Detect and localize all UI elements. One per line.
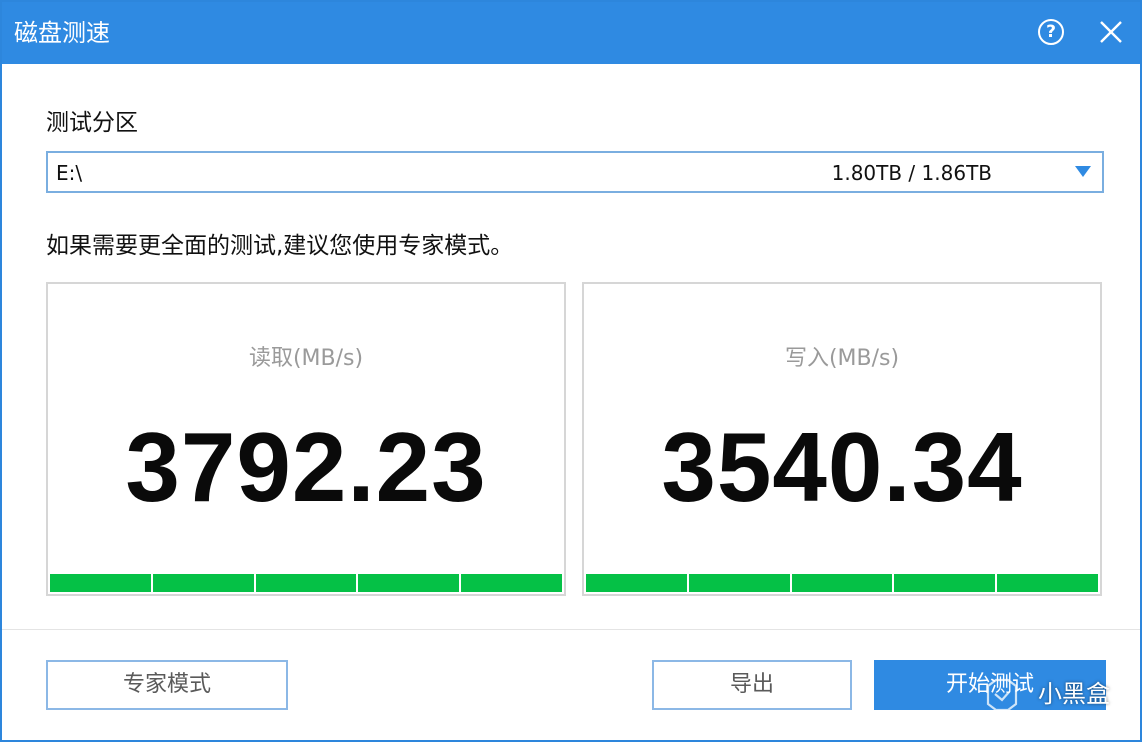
progress-segment — [152, 574, 256, 592]
write-speed-value: 3540.34 — [661, 412, 1023, 522]
progress-segment — [255, 574, 359, 592]
footer-divider — [2, 629, 1140, 630]
read-speed-panel: 读取(MB/s) 3792.23 — [46, 282, 566, 596]
partition-capacity: 1.80TB / 1.86TB — [831, 161, 992, 185]
progress-segment — [50, 574, 153, 592]
progress-segment — [688, 574, 792, 592]
export-button[interactable]: 导出 — [652, 660, 852, 710]
progress-segment — [358, 574, 462, 592]
chevron-down-icon[interactable] — [1075, 166, 1091, 177]
progress-segment — [461, 574, 562, 592]
partition-section-label: 测试分区 — [46, 110, 138, 136]
write-progress-bar — [586, 574, 1098, 592]
progress-segment — [997, 574, 1098, 592]
read-progress-bar — [50, 574, 562, 592]
disk-speed-test-dialog: 磁盘测速 ? 测试分区 E:\ 1.80TB / 1.86TB 如果需要更全面的… — [0, 0, 1142, 742]
expert-mode-hint: 如果需要更全面的测试,建议您使用专家模式。 — [46, 233, 514, 259]
write-speed-label: 写入(MB/s) — [784, 346, 900, 371]
read-speed-label: 读取(MB/s) — [248, 346, 364, 371]
progress-segment — [894, 574, 998, 592]
expert-mode-button[interactable]: 专家模式 — [46, 660, 288, 710]
progress-segment — [586, 574, 689, 592]
progress-segment — [791, 574, 895, 592]
window-title: 磁盘测速 — [14, 19, 110, 47]
read-speed-value: 3792.23 — [125, 412, 487, 522]
help-icon[interactable]: ? — [1038, 19, 1064, 45]
close-icon[interactable] — [1097, 18, 1125, 46]
watermark-text: 小黑盒 — [1038, 680, 1110, 708]
partition-selected-value: E:\ — [56, 161, 83, 185]
write-speed-panel: 写入(MB/s) 3540.34 — [582, 282, 1102, 596]
title-bar[interactable]: 磁盘测速 ? — [2, 2, 1140, 64]
partition-dropdown[interactable]: E:\ 1.80TB / 1.86TB — [46, 151, 1104, 193]
